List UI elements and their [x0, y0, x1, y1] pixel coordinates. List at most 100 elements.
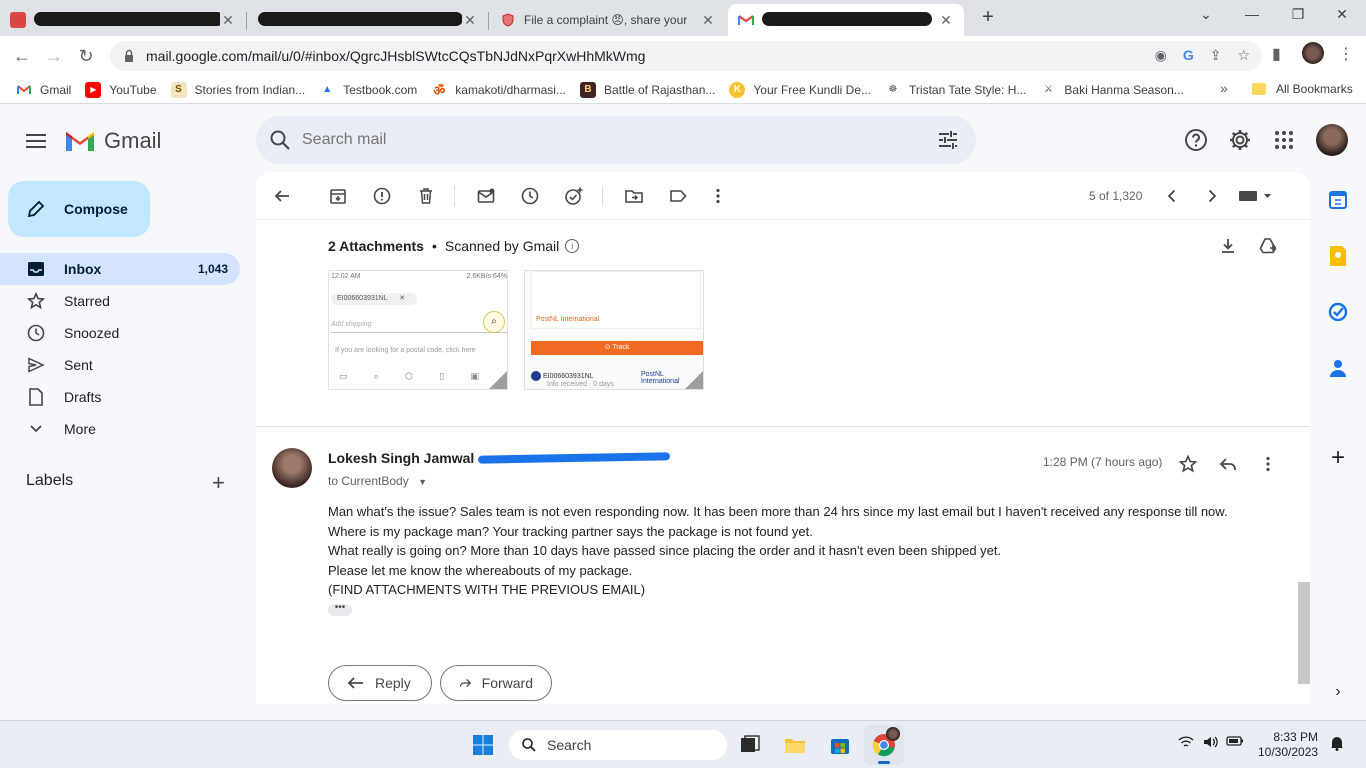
reply-icon[interactable]: [1218, 454, 1238, 474]
browser-tab-2[interactable]: ✕: [248, 4, 488, 36]
move-to-icon[interactable]: [624, 186, 644, 206]
sidebar-item-snoozed[interactable]: Snoozed: [0, 317, 240, 349]
system-clock[interactable]: 8:33 PM 10/30/2023: [1258, 730, 1318, 760]
all-bookmarks-folder[interactable]: All Bookmarks: [1252, 82, 1353, 96]
chrome-menu-icon[interactable]: ⋮: [1338, 44, 1354, 64]
get-addons-icon[interactable]: +: [1326, 444, 1350, 471]
close-icon[interactable]: ✕: [938, 12, 954, 29]
attachment-thumbnail-1[interactable]: 12:02 AM 2.6KB/s 64% EI006603931NL ✕ Add…: [328, 270, 508, 390]
sidebar-item-starred[interactable]: Starred: [0, 285, 240, 317]
download-all-icon[interactable]: [1218, 236, 1238, 256]
apps-grid-icon[interactable]: [1272, 128, 1296, 152]
bookmark-kamakoti[interactable]: ॐ kamakoti/dharmasi...: [431, 82, 566, 98]
add-to-drive-icon[interactable]: [1258, 236, 1278, 256]
window-close-icon[interactable]: ✕: [1322, 6, 1362, 26]
input-tools-keyboard-icon[interactable]: [1238, 186, 1274, 206]
site-info-icon[interactable]: [122, 49, 136, 63]
restore-icon[interactable]: ❐: [1278, 6, 1318, 26]
browser-tab-1[interactable]: ✕: [0, 4, 246, 36]
sidebar-item-more[interactable]: More: [0, 413, 240, 445]
bookmark-kundli[interactable]: K Your Free Kundli De...: [729, 81, 871, 98]
more-bookmarks-icon[interactable]: »: [1220, 80, 1228, 96]
report-spam-icon[interactable]: [372, 186, 392, 206]
browser-tab-3[interactable]: File a complaint 😠, share your ✕: [490, 4, 726, 36]
close-icon[interactable]: ✕: [462, 12, 478, 29]
older-chevron-icon[interactable]: [1202, 186, 1222, 206]
main-menu-icon[interactable]: [24, 130, 48, 154]
archive-icon[interactable]: [328, 186, 348, 206]
sidebar-item-inbox[interactable]: Inbox 1,043: [0, 253, 240, 285]
battery-icon[interactable]: [1226, 735, 1244, 750]
show-trimmed-content-button[interactable]: •••: [328, 603, 352, 616]
keep-icon[interactable]: [1326, 244, 1350, 268]
minimize-icon[interactable]: —: [1232, 6, 1272, 26]
tasks-icon[interactable]: [1326, 300, 1350, 324]
bookmark-battle[interactable]: B Battle of Rajasthan...: [579, 81, 715, 98]
bookmark-star-icon[interactable]: ☆: [1237, 47, 1250, 64]
back-arrow-icon[interactable]: ←: [10, 44, 34, 68]
close-icon[interactable]: ✕: [220, 12, 236, 29]
forward-button[interactable]: Forward: [440, 665, 552, 701]
calendar-icon[interactable]: [1326, 188, 1350, 212]
info-icon[interactable]: i: [565, 239, 580, 253]
expand-side-panel-icon[interactable]: ›: [1326, 680, 1350, 704]
back-to-inbox-icon[interactable]: [272, 186, 292, 206]
task-view-icon[interactable]: [738, 733, 762, 757]
google-lens-icon[interactable]: G: [1183, 47, 1194, 64]
add-task-icon[interactable]: [564, 186, 584, 206]
account-avatar[interactable]: [1316, 124, 1348, 156]
bookmark-tristan[interactable]: ☸ Tristan Tate Style: H...: [885, 82, 1027, 98]
recipient-line[interactable]: to CurrentBody ▼: [328, 474, 427, 488]
taskbar-search[interactable]: Search: [509, 730, 727, 760]
new-tab-button[interactable]: +: [976, 6, 1000, 30]
bookmark-stories[interactable]: S Stories from Indian...: [170, 81, 305, 98]
bookmark-baki[interactable]: ⚔ Baki Hanma Season...: [1040, 82, 1184, 98]
label-icon[interactable]: [668, 186, 688, 206]
snooze-icon[interactable]: [520, 186, 540, 206]
gmail-logo[interactable]: Gmail: [64, 128, 161, 154]
address-bar[interactable]: mail.google.com/mail/u/0/#inbox/QgrcJHsb…: [110, 41, 1262, 71]
browser-tab-gmail[interactable]: ✕: [728, 4, 964, 36]
message-more-icon[interactable]: [1258, 454, 1278, 474]
search-input[interactable]: [302, 131, 902, 149]
attachment-thumbnail-2[interactable]: PostNL International ⊙ Track EI006603931…: [524, 270, 704, 390]
sender-name[interactable]: Lokesh Singh Jamwal: [328, 450, 474, 466]
search-icon[interactable]: [268, 128, 292, 152]
eye-icon[interactable]: ◉: [1155, 47, 1167, 64]
star-message-icon[interactable]: [1178, 454, 1198, 474]
help-icon[interactable]: [1184, 128, 1208, 152]
tab-search-icon[interactable]: ⌄: [1186, 6, 1226, 26]
delete-icon[interactable]: [416, 186, 436, 206]
bookmark-youtube[interactable]: ▶ YouTube: [85, 81, 157, 98]
file-explorer-icon[interactable]: [783, 733, 807, 757]
bookmark-gmail[interactable]: Gmail: [16, 82, 71, 98]
sidebar-item-drafts[interactable]: Drafts: [0, 381, 240, 413]
add-label-icon[interactable]: +: [212, 470, 225, 496]
settings-gear-icon[interactable]: [1228, 128, 1252, 152]
notification-bell-icon[interactable]: [1330, 735, 1344, 754]
more-options-icon[interactable]: [708, 186, 728, 206]
side-panel-icon[interactable]: ▮: [1272, 44, 1281, 64]
close-icon[interactable]: ✕: [700, 12, 716, 29]
contacts-icon[interactable]: [1326, 356, 1350, 380]
reload-icon[interactable]: ↻: [74, 44, 98, 68]
volume-icon[interactable]: [1202, 735, 1218, 752]
compose-button[interactable]: Compose: [8, 181, 150, 237]
sidebar-item-sent[interactable]: Sent: [0, 349, 240, 381]
bookmark-testbook[interactable]: ▲ Testbook.com: [319, 82, 417, 98]
message-scrollbar[interactable]: [1298, 582, 1310, 684]
wifi-icon[interactable]: [1178, 735, 1194, 752]
search-options-icon[interactable]: [936, 128, 960, 152]
chrome-active-app[interactable]: [864, 725, 904, 765]
newer-chevron-icon[interactable]: [1162, 186, 1182, 206]
recipient-details-dropdown-icon[interactable]: ▼: [418, 477, 427, 487]
reply-button[interactable]: Reply: [328, 665, 432, 701]
forward-arrow-icon[interactable]: →: [42, 44, 66, 68]
mark-unread-icon[interactable]: [476, 186, 496, 206]
sender-avatar[interactable]: [272, 448, 312, 488]
share-icon[interactable]: ⇪: [1210, 47, 1222, 64]
profile-avatar[interactable]: [1302, 42, 1324, 64]
url-text: mail.google.com/mail/u/0/#inbox/QgrcJHsb…: [146, 48, 646, 64]
microsoft-store-icon[interactable]: [828, 733, 852, 757]
windows-start-icon[interactable]: [471, 733, 495, 757]
